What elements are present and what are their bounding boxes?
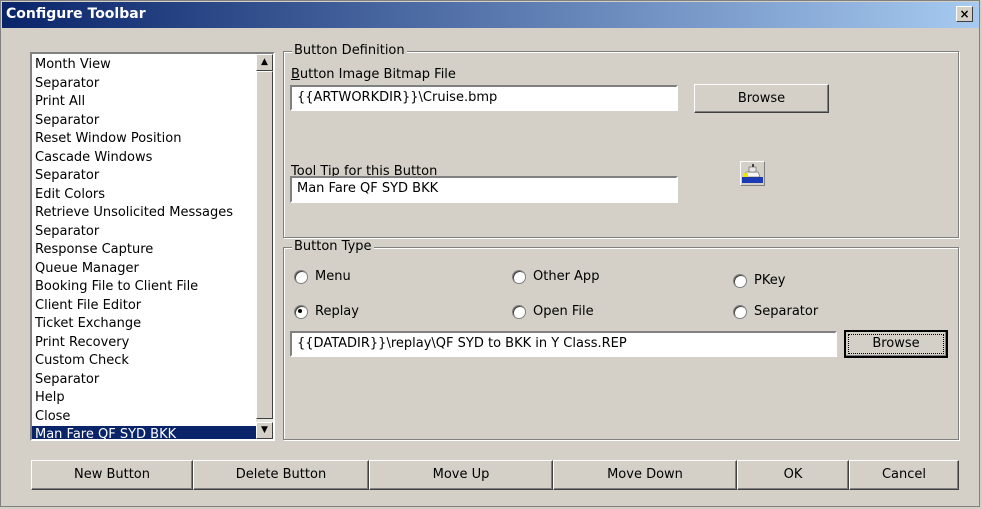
arrow-up-icon: ▲ — [261, 57, 268, 67]
radio-other-app[interactable]: Other App — [512, 269, 599, 284]
radio-replay-indicator — [294, 304, 308, 319]
move-down-button[interactable]: Move Down — [553, 460, 737, 490]
move-up-button[interactable]: Move Up — [369, 460, 553, 490]
radio-open-file[interactable]: Open File — [512, 304, 594, 319]
configure-toolbar-dialog: Configure Toolbar × Month View Separator P… — [0, 0, 980, 507]
list-item[interactable]: Custom Check — [32, 352, 259, 371]
list-item[interactable]: Edit Colors — [32, 186, 259, 205]
window-title: Configure Toolbar — [6, 6, 146, 22]
list-item[interactable]: Separator — [32, 223, 259, 242]
arrow-down-icon: ▼ — [261, 425, 268, 435]
list-item[interactable]: Booking File to Client File — [32, 278, 259, 297]
bitmap-file-input[interactable]: {{ARTWORKDIR}}\Cruise.bmp — [290, 85, 678, 111]
radio-other-app-indicator — [512, 269, 526, 284]
list-item[interactable]: Help — [32, 389, 259, 408]
radio-menu-label: Menu — [315, 269, 351, 284]
radio-menu[interactable]: Menu — [294, 269, 351, 284]
list-item[interactable]: Month View — [32, 56, 259, 75]
list-item[interactable]: Separator — [32, 167, 259, 186]
replay-browse-button[interactable]: Browse — [844, 330, 948, 358]
list-item[interactable]: Retrieve Unsolicited Messages — [32, 204, 259, 223]
cruise-ship-icon — [740, 161, 765, 186]
radio-separator-label: Separator — [754, 304, 819, 319]
radio-menu-indicator — [294, 269, 308, 284]
button-definition-legend: Button Definition — [292, 43, 407, 58]
list-scrollbar[interactable]: ▲ ▼ — [256, 54, 273, 439]
list-item[interactable]: Response Capture — [32, 241, 259, 260]
list-item[interactable]: Separator — [32, 371, 259, 390]
bitmap-file-label: Button Image Bitmap File — [291, 67, 456, 82]
radio-replay-label: Replay — [315, 304, 359, 319]
radio-open-file-indicator — [512, 304, 526, 319]
ok-button[interactable]: OK — [737, 460, 849, 490]
list-item[interactable]: Cascade Windows — [32, 149, 259, 168]
button-type-legend: Button Type — [292, 239, 374, 254]
scroll-down-button[interactable]: ▼ — [256, 422, 273, 439]
list-item[interactable]: Close — [32, 408, 259, 427]
new-button[interactable]: New Button — [31, 460, 193, 490]
radio-pkey[interactable]: PKey — [733, 273, 785, 288]
bitmap-browse-button[interactable]: Browse — [694, 84, 829, 113]
list-item[interactable]: Print Recovery — [32, 334, 259, 353]
toolbar-items-list[interactable]: Month View Separator Print All Separator Res… — [30, 52, 275, 441]
radio-separator[interactable]: Separator — [733, 304, 818, 319]
list-item[interactable]: Ticket Exchange — [32, 315, 259, 334]
list-items: Month View Separator Print All Separator Res… — [32, 56, 259, 439]
radio-other-app-label: Other App — [533, 269, 600, 284]
radio-separator-indicator — [733, 304, 747, 319]
delete-button[interactable]: Delete Button — [193, 460, 369, 490]
tooltip-input[interactable]: Man Fare QF SYD BKK — [290, 176, 678, 203]
list-item[interactable]: Queue Manager — [32, 260, 259, 279]
radio-replay[interactable]: Replay — [294, 304, 359, 319]
list-item[interactable]: Separator — [32, 75, 259, 94]
radio-pkey-indicator — [733, 273, 747, 288]
cancel-button[interactable]: Cancel — [849, 460, 959, 490]
list-item[interactable]: Separator — [32, 112, 259, 131]
list-item[interactable]: Print All — [32, 93, 259, 112]
radio-open-file-label: Open File — [533, 304, 594, 319]
close-button[interactable]: × — [956, 6, 973, 22]
radio-pkey-label: PKey — [754, 273, 786, 288]
list-item[interactable]: Client File Editor — [32, 297, 259, 316]
scroll-up-button[interactable]: ▲ — [256, 54, 273, 71]
list-item[interactable]: Man Fare QF SYD BKK — [32, 426, 259, 439]
scroll-thumb[interactable] — [256, 71, 273, 419]
close-icon: × — [959, 7, 970, 21]
list-item[interactable]: Reset Window Position — [32, 130, 259, 149]
title-bar: Configure Toolbar × — [2, 2, 979, 28]
replay-file-input[interactable]: {{DATADIR}}\replay\QF SYD to BKK in Y Cl… — [290, 331, 837, 357]
